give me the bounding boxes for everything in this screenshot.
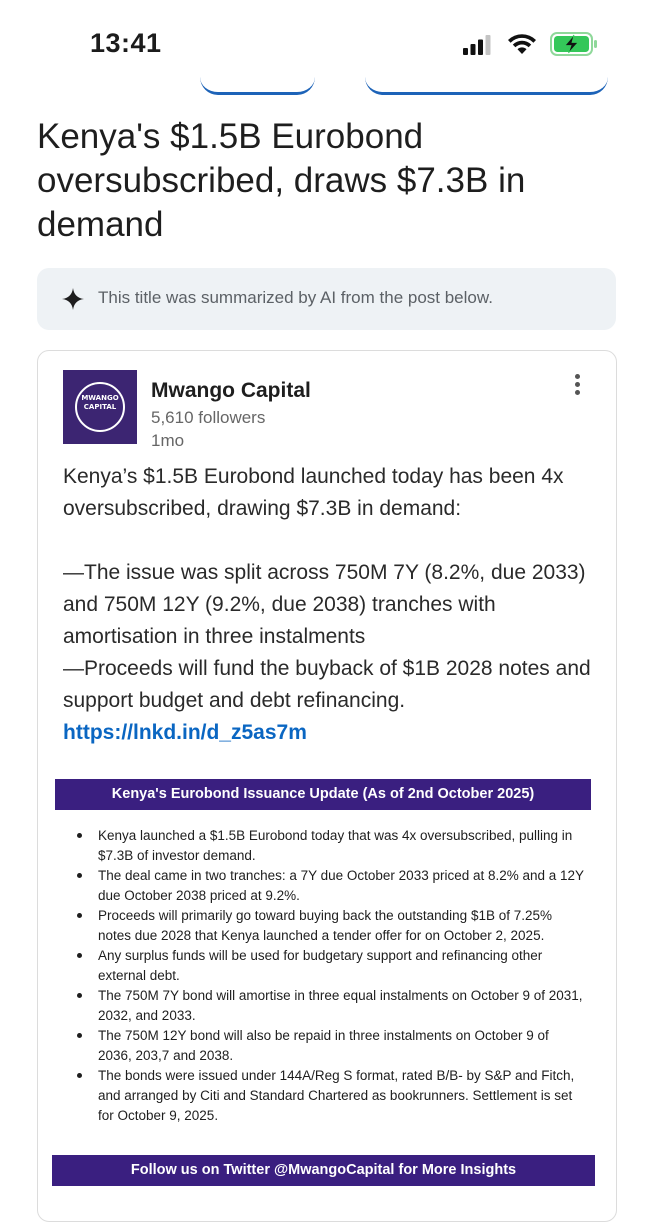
wifi-icon (508, 34, 536, 54)
top-tab-right[interactable] (365, 62, 608, 95)
company-logo[interactable]: MWANGO CAPITAL (63, 370, 137, 444)
more-options-icon[interactable] (562, 371, 592, 401)
top-tab-left[interactable] (200, 62, 315, 95)
infographic-title: Kenya's Eurobond Issuance Update (As of … (55, 779, 591, 810)
post-age: 1mo (151, 431, 185, 450)
logo-text: MWANGO CAPITAL (81, 394, 119, 411)
post-card: MWANGO CAPITAL Mwango Capital 5,610 foll… (37, 350, 617, 1222)
sparkle-icon (62, 288, 84, 310)
page-title: Kenya's $1.5B Eurobond oversubscribed, d… (37, 117, 526, 244)
infographic-footer: Follow us on Twitter @MwangoCapital for … (52, 1155, 595, 1186)
post-link[interactable]: https://lnkd.in/d_z5as7m (63, 721, 307, 744)
battery-charging-icon (550, 32, 597, 56)
ai-summary-text: This title was summarized by AI from the… (98, 288, 493, 307)
post-point-1: —The issue was split across 750M 7Y (8.2… (63, 561, 586, 648)
list-item: The deal came in two tranches: a 7Y due … (77, 866, 584, 906)
cellular-signal-icon (463, 35, 491, 55)
post-intro: Kenya’s $1.5B Eurobond launched today ha… (63, 465, 564, 520)
post-point-2: —Proceeds will fund the buyback of $1B 2… (63, 657, 591, 712)
post-body: Kenya’s $1.5B Eurobond launched today ha… (63, 461, 593, 749)
follower-count: 5,610 followers (151, 408, 266, 427)
list-item: Any surplus funds will be used for budge… (77, 946, 584, 986)
list-item: Proceeds will primarily go toward buying… (77, 906, 584, 946)
author-name[interactable]: Mwango Capital (151, 379, 311, 403)
infographic-bullets: Kenya launched a $1.5B Eurobond today th… (77, 826, 584, 1126)
list-item: The 750M 12Y bond will also be repaid in… (77, 1026, 584, 1066)
list-item: The 750M 7Y bond will amortise in three … (77, 986, 584, 1026)
list-item: Kenya launched a $1.5B Eurobond today th… (77, 826, 584, 866)
status-time: 13:41 (90, 28, 162, 58)
ai-summary-notice: This title was summarized by AI from the… (37, 268, 616, 330)
list-item: The bonds were issued under 144A/Reg S f… (77, 1066, 584, 1126)
